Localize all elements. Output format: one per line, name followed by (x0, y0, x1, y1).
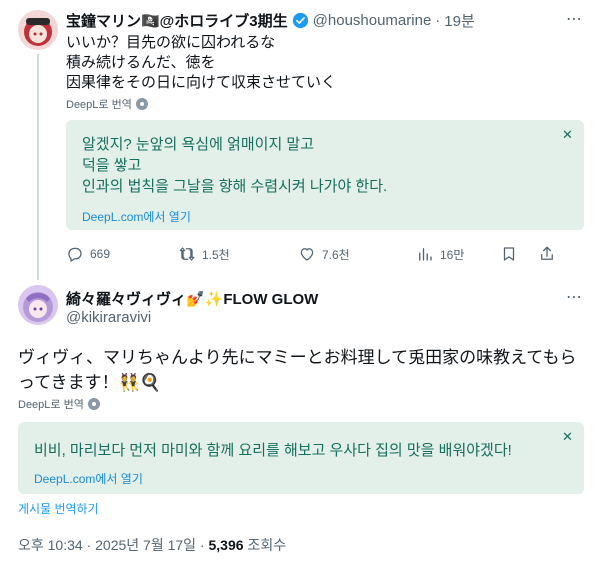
avatar-vivi[interactable] (18, 285, 58, 325)
verified-badge-icon (292, 12, 309, 29)
post1-handle[interactable]: @houshoumarine (313, 12, 432, 29)
reply-count: 669 (90, 247, 111, 261)
reply-button[interactable]: 669 (66, 245, 110, 263)
post2-views-count: 5,396 (208, 537, 244, 553)
bar-chart-icon (419, 248, 432, 261)
post1-line: 積み続けるんだ、徳を (66, 54, 216, 71)
deepl-label: DeepL로 번역 (66, 99, 132, 111)
views-button[interactable]: 16만 (416, 245, 464, 263)
post2-meta: 오후 10:34 · 2025년 7월 17일 · 5,396 조회수 (18, 535, 286, 555)
post2-deepl-link[interactable]: DeepL.com에서 열기 (34, 470, 143, 487)
like-count: 7.6천 (322, 247, 350, 262)
repost-icon (179, 247, 195, 261)
share-icon (541, 246, 553, 260)
reply-icon (68, 247, 82, 262)
thread-connector-line (37, 54, 39, 280)
post1-text: いいか？目先の欲に囚われるな 積み続けるんだ、徳を 因果律をその日に向けて収束さ… (66, 33, 336, 93)
post1-line: いいか？目先の欲に囚われるな (66, 34, 276, 51)
deepl-gear-icon (135, 98, 148, 110)
repost-button[interactable]: 1.5천 (178, 245, 230, 263)
post2-views-label: 조회수 (243, 537, 287, 553)
post1-deepl-link[interactable]: DeepL.com에서 열기 (82, 208, 191, 225)
post1-display-name[interactable]: 宝鐘マリン🏴‍☠️@ホロライブ3期生 (66, 10, 288, 31)
translate-post-link[interactable]: 게시물 번역하기 (18, 500, 99, 517)
post2-handle[interactable]: @kikiraravivi (66, 309, 151, 326)
avatar-image (18, 10, 58, 50)
views-count: 16만 (440, 247, 465, 262)
post2-line: ってきます！👯🍳 (18, 373, 161, 392)
deepl-label: DeepL로 번역 (18, 399, 84, 411)
like-button[interactable]: 7.6천 (298, 245, 350, 263)
post2-deepl-translate[interactable]: DeepL로 번역 (18, 396, 100, 412)
translation-line: 알겠지? 눈앞의 욕심에 얽매이지 말고 (82, 136, 315, 153)
post2-line: ヴィヴィ、マリちゃんより先にマミーとお料理して兎田家の味教えてもら (18, 348, 577, 367)
post2-timestamp[interactable]: 오후 10:34 · 2025년 7월 17일 · (18, 537, 209, 553)
close-icon[interactable]: ✕ (562, 127, 573, 143)
post1-translation-text: 알겠지? 눈앞의 욕심에 얽매이지 말고 덕을 쌓고 인과의 법칙을 그날을 향… (82, 134, 387, 197)
bookmark-icon (503, 247, 515, 261)
translation-line: 덕을 쌓고 (82, 157, 142, 174)
avatar-marine[interactable] (18, 10, 58, 50)
post1-translation-box: 알겠지? 눈앞의 욕심에 얽매이지 말고 덕을 쌓고 인과의 법칙을 그날을 향… (66, 120, 584, 230)
post2-text: ヴィヴィ、マリちゃんより先にマミーとお料理して兎田家の味教えてもら ってきます！… (18, 345, 588, 395)
deepl-gear-icon (87, 398, 100, 410)
avatar-image (18, 285, 58, 325)
post2-display-name[interactable]: 綺々羅々ヴィヴィ💅✨FLOW GLOW (66, 288, 318, 309)
post1-action-bar: 669 1.5천 7.6천 16만 (66, 245, 584, 265)
post1-dot: · (435, 11, 441, 29)
post1-time[interactable]: 19분 (444, 10, 475, 31)
translation-line: 인과의 법칙을 그날을 향해 수렴시켜 나가야 한다. (82, 178, 388, 195)
share-button[interactable] (538, 245, 556, 263)
post1-header: 宝鐘マリン🏴‍☠️@ホロライブ3期生 @houshoumarine · 19분 (66, 10, 475, 30)
close-icon[interactable]: ✕ (562, 429, 573, 445)
bookmark-button[interactable] (500, 245, 518, 263)
post1-deepl-translate[interactable]: DeepL로 번역 (66, 96, 148, 112)
more-horizontal-icon[interactable]: ⋯ (566, 287, 583, 307)
repost-count: 1.5천 (202, 247, 230, 262)
more-horizontal-icon[interactable]: ⋯ (566, 9, 583, 29)
post2-translation-text: 비비, 마리보다 먼저 마미와 함께 요리를 해보고 우사다 집의 맛을 배워야… (34, 442, 512, 459)
post1-line: 因果律をその日に向けて収束させていく (66, 74, 337, 91)
post2-translation-box: 비비, 마리보다 먼저 마미와 함께 요리를 해보고 우사다 집의 맛을 배워야… (18, 422, 584, 494)
heart-icon (300, 248, 314, 261)
